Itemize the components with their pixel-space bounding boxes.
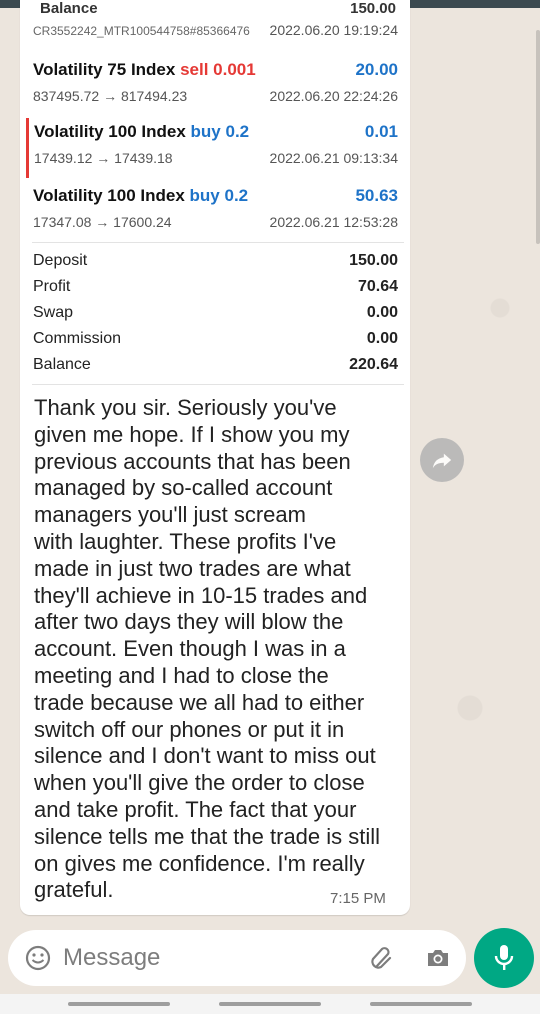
summary-label: Deposit: [33, 252, 88, 269]
mic-icon: [494, 945, 514, 970]
cut-row-label: Balance: [40, 0, 98, 17]
summary-profit: Profit 70.64: [26, 276, 404, 302]
trade-row: Volatility 100 Index buy 0.2 50.63 17347…: [26, 182, 404, 242]
trade-row: Volatility 75 Index sell 0.001 20.00 837…: [26, 56, 404, 116]
trade-symbol: Volatility 75 Index sell 0.001: [33, 60, 256, 79]
summary-commission: Commission 0.00: [26, 328, 404, 354]
trade-profit: 20.00: [355, 60, 398, 79]
account-row: CR3552242_MTR100544758#85366476 2022.06.…: [26, 22, 404, 42]
message-composer: [8, 930, 466, 986]
message-input[interactable]: [63, 942, 343, 974]
cut-row-value: 150.00: [350, 0, 396, 17]
trade-profit: 0.01: [364, 122, 398, 141]
camera-icon[interactable]: [424, 944, 452, 972]
trade-time: 2022.06.20 22:24:26: [269, 88, 398, 104]
report-cut-row: Balance 150.00: [36, 0, 396, 17]
account-time: 2022.06.20 19:19:24: [269, 22, 398, 38]
summary-deposit: Deposit 150.00: [26, 250, 404, 276]
message-text: Thank you sir. Seriously you've given me…: [34, 395, 381, 903]
trade-report: Balance 150.00 CR3552242_MTR100544758#85…: [26, 0, 404, 385]
trade-profit: 50.63: [355, 186, 398, 205]
nav-back-pill[interactable]: [68, 1002, 170, 1006]
system-nav-bar: [0, 994, 540, 1014]
report-divider: [32, 242, 404, 243]
report-divider: [32, 384, 404, 385]
summary-value: 0.00: [366, 304, 398, 321]
trade-side: buy 0.2: [190, 122, 250, 141]
summary-label: Swap: [33, 304, 74, 321]
summary-label: Balance: [33, 356, 91, 373]
trade-symbol: Volatility 100 Index buy 0.2: [34, 122, 250, 141]
scrollbar[interactable]: [536, 30, 540, 244]
voice-record-button[interactable]: [474, 928, 534, 988]
summary-value: 0.00: [366, 330, 398, 347]
trade-side: sell 0.001: [180, 60, 256, 79]
summary-swap: Swap 0.00: [26, 302, 404, 328]
trade-time: 2022.06.21 09:13:34: [269, 150, 398, 166]
summary-value: 70.64: [357, 278, 398, 295]
attach-icon[interactable]: [368, 944, 396, 972]
summary-value: 150.00: [349, 252, 398, 269]
trade-prices: 17347.08 → 17600.24: [33, 214, 172, 230]
forward-icon: [432, 453, 452, 469]
summary-value: 220.64: [349, 356, 398, 373]
trade-time: 2022.06.21 12:53:28: [269, 214, 398, 230]
summary-label: Commission: [33, 330, 122, 347]
trade-side: buy 0.2: [189, 186, 249, 205]
trade-row-highlighted: Volatility 100 Index buy 0.2 0.01 17439.…: [26, 118, 404, 178]
message-time: 7:15 PM: [330, 890, 386, 907]
nav-recents-pill[interactable]: [370, 1002, 472, 1006]
summary-label: Profit: [33, 278, 71, 295]
forward-button[interactable]: [420, 438, 464, 482]
summary-balance: Balance 220.64: [26, 354, 404, 380]
trade-prices: 837495.72 → 817494.23: [33, 88, 188, 104]
trade-prices: 17439.12 → 17439.18: [34, 150, 173, 166]
account-id: CR3552242_MTR100544758#85366476: [33, 24, 250, 38]
nav-home-pill[interactable]: [219, 1002, 321, 1006]
emoji-icon[interactable]: [24, 944, 52, 972]
trade-symbol: Volatility 100 Index buy 0.2: [33, 186, 249, 205]
